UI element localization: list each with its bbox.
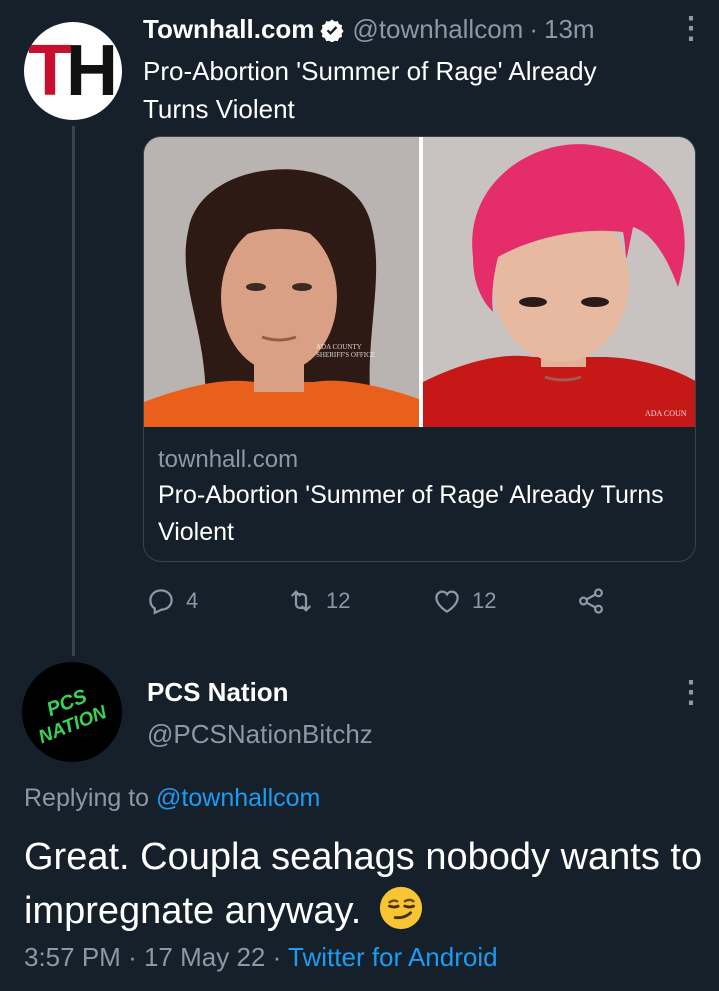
author-handle[interactable]: @townhallcom (352, 14, 523, 45)
reply-time[interactable]: 3:57 PM (24, 942, 121, 972)
thread-connector-line (72, 126, 75, 656)
heart-icon (435, 590, 459, 613)
reply-author-name[interactable]: PCS Nation (147, 677, 289, 708)
retweet-icon (291, 590, 311, 612)
more-vertical-icon[interactable]: ⋮ (676, 678, 706, 708)
reply-icon (149, 589, 173, 615)
retweet-button[interactable]: 12 (286, 586, 350, 616)
timestamp[interactable]: 13m (544, 14, 595, 45)
share-button[interactable] (576, 586, 616, 616)
share-icon (578, 588, 604, 614)
smirking-face-emoji (379, 886, 422, 930)
reply-button[interactable]: 4 (146, 586, 198, 616)
verified-badge-icon (320, 19, 345, 42)
reply-date[interactable]: 17 May 22 (144, 942, 265, 972)
author-name[interactable]: Townhall.com (143, 14, 314, 45)
reply-text: Great. Coupla seahags nobody wants to im… (24, 836, 703, 932)
card-domain: townhall.com (158, 446, 299, 473)
like-count: 12 (472, 588, 497, 613)
reply-author-handle[interactable]: @PCSNationBitchz (147, 719, 373, 750)
replying-to-mention[interactable]: @townhallcom (156, 784, 320, 812)
mugshot-photo-right: ADA COUN (423, 137, 695, 427)
pcs-nation-avatar[interactable]: PCS NATION (22, 662, 122, 762)
reply-meta: 3:57 PM · 17 May 22 · Twitter for Androi… (24, 942, 498, 973)
replying-to-line: Replying to @townhallcom (24, 784, 320, 813)
retweet-count: 12 (326, 588, 351, 613)
like-button[interactable]: 12 (432, 586, 496, 616)
replying-prefix: Replying to (24, 784, 150, 812)
townhall-avatar[interactable]: TH (24, 22, 122, 120)
avatar-letter-h: H (65, 31, 118, 111)
reply-source[interactable]: Twitter for Android (288, 942, 498, 972)
meta-separator-2: · (272, 942, 282, 972)
reply-count: 4 (186, 588, 199, 613)
tweet-actions: 4 12 12 (146, 586, 616, 620)
photo-watermark-right: ADA COUN (645, 409, 687, 418)
mugshot-photo-left: ADA COUNTY SHERIFF'S OFFICE (144, 137, 419, 427)
card-title: Pro-Abortion 'Summer of Rage' Already Tu… (158, 481, 664, 546)
link-card[interactable]: ADA COUNTY SHERIFF'S OFFICE ADA COUN tow… (143, 136, 696, 562)
header-separator: · (529, 14, 538, 44)
photo-watermark-left: ADA COUNTY SHERIFF'S OFFICE (316, 343, 376, 359)
meta-separator-1: · (128, 942, 137, 972)
tweet-header: Townhall.com @townhallcom · 13m (143, 14, 595, 45)
card-meta: townhall.com Pro-Abortion 'Summer of Rag… (158, 443, 681, 551)
reply-text-block: Great. Coupla seahags nobody wants to im… (24, 830, 704, 938)
more-vertical-icon[interactable]: ⋮ (676, 14, 706, 44)
tweet-text: Pro-Abortion 'Summer of Rage' Already Tu… (143, 56, 597, 124)
avatar-letter-t: T (28, 31, 72, 111)
